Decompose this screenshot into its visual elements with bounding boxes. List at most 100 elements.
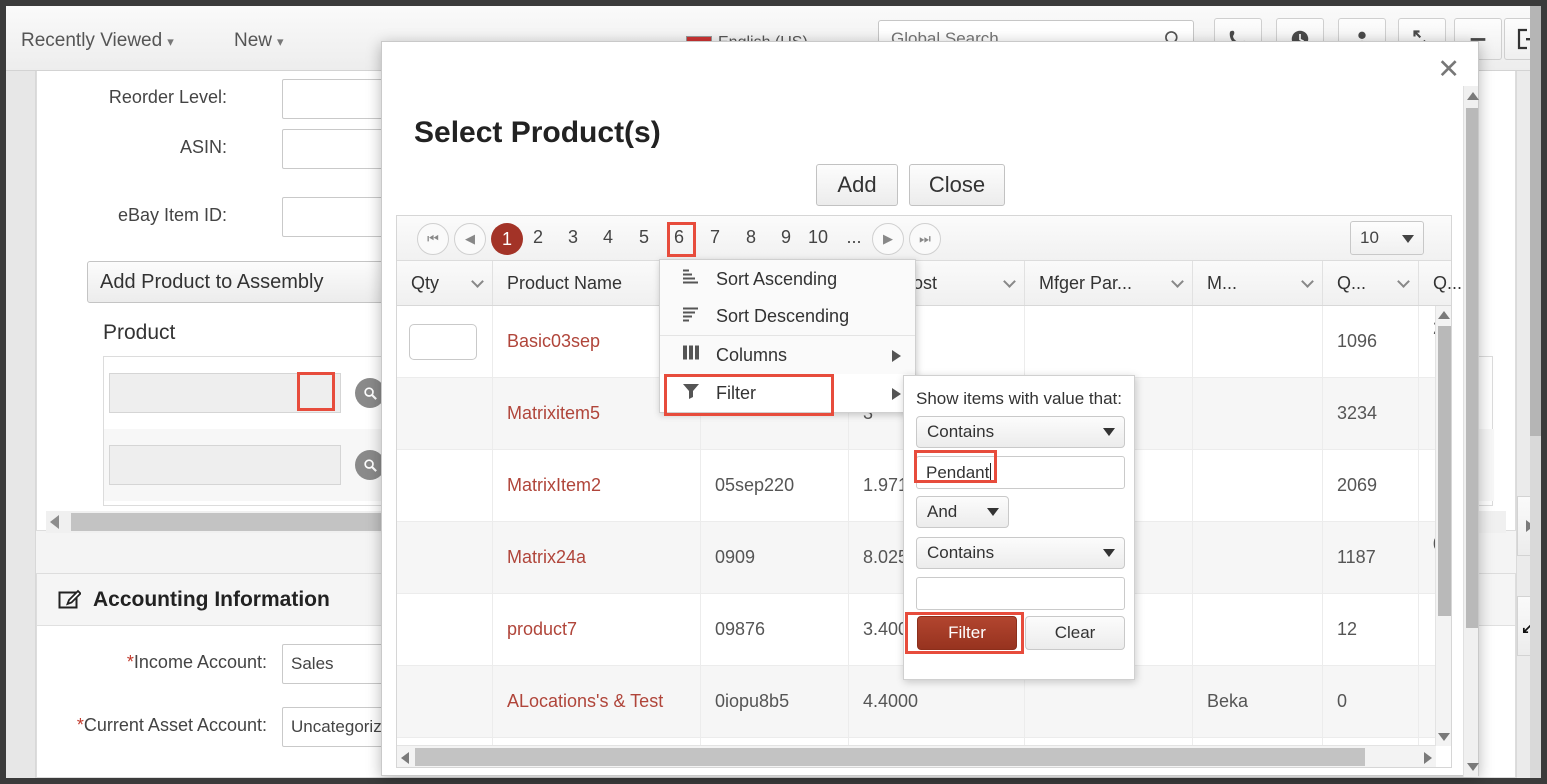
page-button-5[interactable]: 5 [631,227,657,248]
scrollbar-thumb[interactable] [1466,108,1478,628]
cell-product-name[interactable]: ALocations's & Test [493,666,701,738]
chevron-down-icon[interactable] [1397,275,1410,288]
add-product-to-assembly-label: Add Product to Assembly [100,270,324,293]
filter-clear-button[interactable]: Clear [1025,616,1125,650]
label-income-account: *Income Account: [77,652,267,673]
scroll-down-arrow-icon[interactable] [1467,763,1479,771]
filter-logic-select[interactable]: And [916,496,1009,528]
nav-recently-viewed[interactable]: Recently Viewed ▾ [21,30,174,52]
chevron-down-icon[interactable] [471,275,484,288]
submenu-arrow-icon [892,388,901,400]
page-vertical-scrollbar[interactable] [1530,6,1541,778]
filter-value-2-input[interactable] [916,577,1125,610]
cell-product-name[interactable]: product7 [493,594,701,666]
grid-header-row: Qty Product Name Product... Unit Cost [397,261,1462,306]
first-page-button[interactable]: ⏮ [417,223,449,255]
cell-q1: 3234 [1323,378,1419,450]
scrollbar-thumb[interactable] [1530,6,1541,436]
menu-item-sort-ascending[interactable]: Sort Ascending [660,260,915,298]
filter-operator-1-select[interactable]: Contains [916,416,1125,448]
column-context-menu: Sort Ascending Sort Descending Columns F… [659,259,916,413]
scroll-down-arrow-icon[interactable] [1438,733,1450,741]
page-button-3[interactable]: 3 [560,227,586,248]
page-button-10[interactable]: 10 [801,227,835,248]
scrollbar-thumb[interactable] [415,748,1365,766]
text-cursor [990,463,992,482]
chevron-down-icon[interactable] [1171,275,1184,288]
prev-page-button[interactable]: ◀ [454,223,486,255]
chevron-down-icon [1103,549,1115,557]
filter-icon [682,382,700,404]
cell-q1: 1096 [1323,306,1419,378]
menu-item-columns[interactable]: Columns [660,336,915,374]
label-income-account-text: Income Account: [133,652,267,672]
add-button[interactable]: Add [816,164,898,206]
filter-apply-button[interactable]: Filter [917,616,1017,650]
page-button-6[interactable]: 6 [666,227,692,248]
cell-qty [397,306,493,378]
chevron-down-icon[interactable] [1003,275,1016,288]
last-page-button[interactable]: ⏭ [909,223,941,255]
cell-qty [397,522,493,594]
chevron-down-icon: ▾ [167,34,174,49]
left-rail [6,71,36,778]
magnifier-icon [363,458,377,472]
page-ellipsis[interactable]: ... [841,227,867,248]
scroll-up-arrow-icon[interactable] [1467,92,1479,100]
add-product-to-assembly-button[interactable]: Add Product to Assembly [87,261,399,303]
column-header-mfger-part-label: Mfger Par... [1039,272,1133,293]
cell-product-name[interactable]: MatrixItem2 [493,450,701,522]
menu-item-sort-descending[interactable]: Sort Descending [660,298,915,336]
grid-horizontal-scrollbar[interactable] [397,745,1436,767]
cell-qty [397,666,493,738]
cell-product-code: 0iopu8b5 [701,666,849,738]
table-row[interactable]: Basic03sep 0 1096 200 37 [397,306,1436,378]
grid-pager: ⏮ ◀ 1 2 3 4 5 6 7 8 9 10 ... ▶ ⏭ 10 [397,216,1451,261]
scrollbar-thumb[interactable] [1438,326,1451,616]
filter-popup: Show items with value that: Contains Pen… [903,375,1135,680]
cell-product-name[interactable]: Matrix24a [493,522,701,594]
column-header-qty[interactable]: Qty [397,261,493,305]
page-button-8[interactable]: 8 [738,227,764,248]
scroll-left-arrow-icon[interactable] [50,515,59,529]
scroll-up-arrow-icon[interactable] [1438,311,1450,319]
page-button-1[interactable]: 1 [491,223,523,255]
page-size-select[interactable]: 10 [1350,221,1424,255]
page-button-2[interactable]: 2 [525,227,551,248]
label-asin: ASIN: [179,137,227,157]
column-header-mfger-part[interactable]: Mfger Par... [1025,261,1193,305]
dialog-title: Select Product(s) [414,116,661,149]
page-button-9[interactable]: 9 [773,227,799,248]
menu-item-filter-label: Filter [716,382,756,403]
column-header-product-name-label: Product Name [507,272,623,293]
column-header-q1[interactable]: Q... [1323,261,1419,305]
filter-value-1-input[interactable]: Pendant [916,456,1125,489]
next-page-button[interactable]: ▶ [872,223,904,255]
cell-m [1193,594,1323,666]
menu-item-filter[interactable]: Filter [660,374,915,412]
product-lookup-input-3[interactable] [109,445,341,485]
scroll-left-arrow-icon[interactable] [401,752,409,764]
nav-new[interactable]: New ▾ [234,30,284,52]
dialog-vertical-scrollbar[interactable] [1463,86,1479,777]
filter-logic-value: And [927,502,958,521]
chevron-down-icon[interactable] [1301,275,1314,288]
column-header-q2[interactable]: Q... [1419,261,1465,305]
page-button-4[interactable]: 4 [595,227,621,248]
cell-qty [397,378,493,450]
qty-input[interactable] [409,324,477,360]
menu-item-sort-descending-label: Sort Descending [716,306,850,326]
cell-mfger-part [1025,306,1193,378]
column-header-m[interactable]: M... [1193,261,1323,305]
filter-operator-2-select[interactable]: Contains [916,537,1125,569]
cell-q2: 200 37 [1419,306,1436,378]
grid-vertical-scrollbar[interactable] [1435,306,1451,746]
menu-item-columns-label: Columns [716,344,788,365]
close-button[interactable]: Close [909,164,1005,206]
scroll-right-arrow-icon[interactable] [1424,752,1432,764]
submenu-arrow-icon [892,350,901,362]
cell-q1: 0 [1323,666,1419,738]
page-button-7[interactable]: 7 [702,227,728,248]
product-lookup-input-1[interactable] [109,373,341,413]
close-icon[interactable]: ✕ [1437,56,1460,83]
